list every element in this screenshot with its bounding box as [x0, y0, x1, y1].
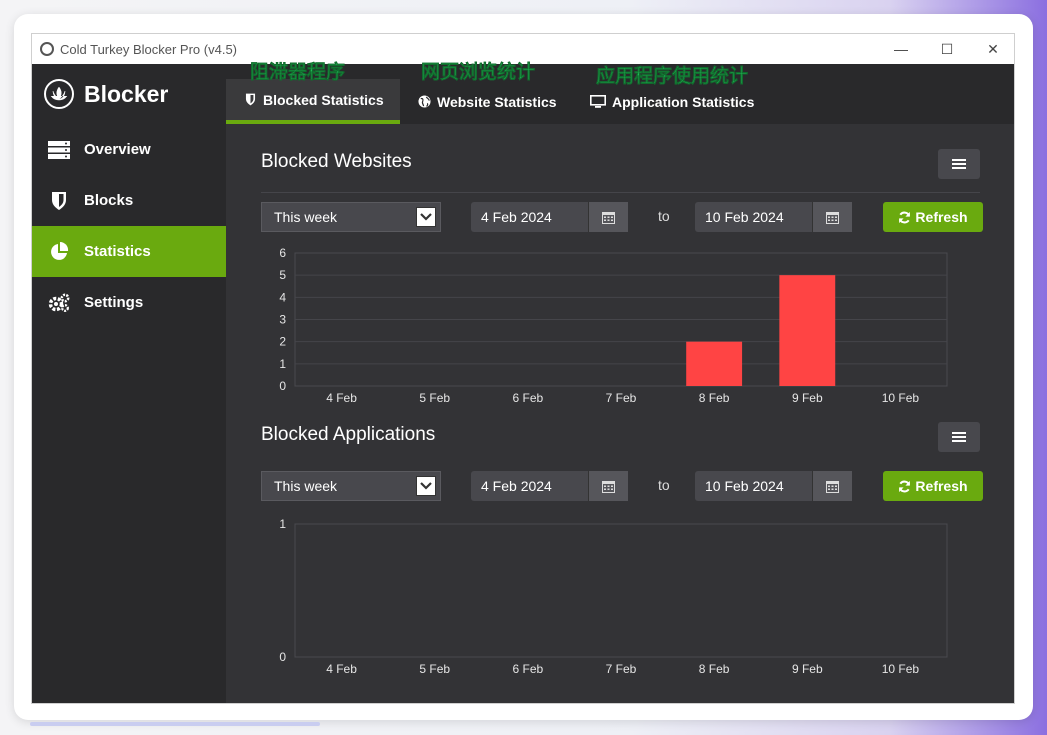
section-title-applications: Blocked Applications [261, 424, 436, 445]
sidebar-item-label: Overview [84, 141, 151, 158]
hamburger-icon [952, 159, 966, 169]
sidebar-item-label: Settings [84, 294, 144, 311]
sidebar-item-blocks[interactable]: Blocks [32, 175, 226, 226]
tab-blocked-statistics[interactable]: Blocked Statistics [226, 79, 400, 124]
x-tick-label: 10 Feb [882, 662, 920, 676]
y-tick-label: 3 [279, 313, 286, 327]
tab-website-statistics[interactable]: Website Statistics [417, 79, 557, 124]
annotation-website-statistics: 网页浏览统计 [421, 62, 536, 83]
x-tick-label: 4 Feb [326, 662, 357, 676]
sidebar-item-statistics[interactable]: Statistics [32, 226, 226, 277]
websites-from-date[interactable]: 4 Feb 2024 [471, 202, 628, 232]
calendar-icon[interactable] [812, 202, 852, 232]
shield-icon [243, 93, 257, 107]
x-tick-label: 9 Feb [792, 662, 823, 676]
applications-refresh-button[interactable]: Refresh [883, 471, 983, 501]
date-value: 4 Feb 2024 [481, 209, 552, 225]
bar [779, 275, 836, 386]
monitor-icon [590, 95, 606, 109]
bar [686, 341, 743, 386]
maximize-button[interactable]: ☐ [924, 34, 970, 64]
select-value: This week [274, 209, 338, 225]
refresh-icon [899, 480, 911, 492]
y-tick-label: 2 [279, 335, 286, 349]
date-value: 10 Feb 2024 [705, 209, 784, 225]
x-tick-label: 7 Feb [606, 391, 637, 405]
sidebar-item-label: Statistics [84, 243, 151, 260]
y-tick-label: 0 [279, 379, 286, 393]
pie-chart-icon [48, 241, 70, 263]
section-divider [261, 192, 980, 193]
x-tick-label: 5 Feb [419, 391, 450, 405]
hamburger-icon [952, 432, 966, 442]
y-tick-label: 5 [279, 268, 286, 282]
app-window: Cold Turkey Blocker Pro (v4.5) — ☐ ✕ Blo… [31, 33, 1015, 704]
applications-from-date[interactable]: 4 Feb 2024 [471, 471, 628, 501]
scroll-hint-bar [30, 722, 320, 726]
sidebar-item-label: Blocks [84, 192, 134, 209]
websites-to-date[interactable]: 10 Feb 2024 [695, 202, 852, 232]
chevron-down-icon [416, 476, 436, 496]
y-tick-label: 6 [279, 246, 286, 260]
section-title-websites: Blocked Websites [261, 151, 412, 172]
annotation-application-statistics: 应用程序使用统计 [596, 66, 749, 87]
brand: Blocker [32, 64, 226, 124]
refresh-label: Refresh [915, 209, 968, 225]
calendar-icon[interactable] [812, 471, 852, 501]
x-tick-label: 9 Feb [792, 391, 823, 405]
y-tick-label: 1 [279, 357, 286, 371]
sidebar-item-settings[interactable]: Settings [32, 277, 226, 328]
x-tick-label: 10 Feb [882, 391, 920, 405]
minimize-button[interactable]: — [878, 34, 924, 64]
calendar-icon[interactable] [588, 471, 628, 501]
blocked-websites-chart: 0 1 2 3 4 5 6 4 Feb 5 Feb 6 Feb 7 Feb 8 Feb 9 Feb 10 … [279, 246, 948, 405]
y-tick-label: 0 [279, 650, 286, 664]
y-tick-label: 4 [279, 290, 286, 304]
app-icon [40, 42, 54, 56]
tab-label: Blocked Statistics [263, 91, 384, 108]
x-tick-label: 6 Feb [513, 391, 544, 405]
x-tick-label: 4 Feb [326, 391, 357, 405]
shield-icon [48, 190, 70, 212]
applications-range-select[interactable]: This week [261, 471, 441, 501]
x-tick-label: 8 Feb [699, 391, 730, 405]
websites-menu-button[interactable] [938, 149, 980, 179]
lotus-logo-icon [44, 79, 74, 109]
brand-name: Blocker [84, 80, 169, 107]
tab-label: Application Statistics [612, 93, 755, 110]
date-value: 4 Feb 2024 [481, 478, 552, 494]
x-tick-label: 5 Feb [419, 662, 450, 676]
x-tick-label: 8 Feb [699, 662, 730, 676]
sidebar: Blocker Overview Blocks Statistics Setti… [32, 64, 226, 703]
to-label: to [658, 208, 670, 224]
close-button[interactable]: ✕ [970, 34, 1014, 64]
y-tick-label: 1 [279, 517, 286, 531]
to-label: to [658, 477, 670, 493]
gears-icon [48, 292, 70, 314]
select-value: This week [274, 478, 338, 494]
date-value: 10 Feb 2024 [705, 478, 784, 494]
globe-icon [417, 95, 431, 109]
websites-range-select[interactable]: This week [261, 202, 441, 232]
websites-refresh-button[interactable]: Refresh [883, 202, 983, 232]
sidebar-item-overview[interactable]: Overview [32, 124, 226, 175]
window-title: Cold Turkey Blocker Pro (v4.5) [60, 41, 238, 57]
refresh-icon [899, 211, 911, 223]
chevron-down-icon [416, 207, 436, 227]
tab-label: Website Statistics [437, 93, 557, 110]
blocked-applications-chart: 0 1 4 Feb 5 Feb 6 Feb 7 Feb 8 Feb 9 Feb 10 Feb [279, 517, 948, 676]
refresh-label: Refresh [915, 478, 968, 494]
applications-menu-button[interactable] [938, 422, 980, 452]
applications-to-date[interactable]: 10 Feb 2024 [695, 471, 852, 501]
x-tick-label: 6 Feb [513, 662, 544, 676]
calendar-icon[interactable] [588, 202, 628, 232]
x-tick-label: 7 Feb [606, 662, 637, 676]
window-controls: — ☐ ✕ [878, 34, 1014, 64]
server-icon [48, 139, 70, 161]
plot-area [294, 523, 948, 658]
annotation-blocked-statistics: 阻滞器程序 [250, 62, 346, 83]
